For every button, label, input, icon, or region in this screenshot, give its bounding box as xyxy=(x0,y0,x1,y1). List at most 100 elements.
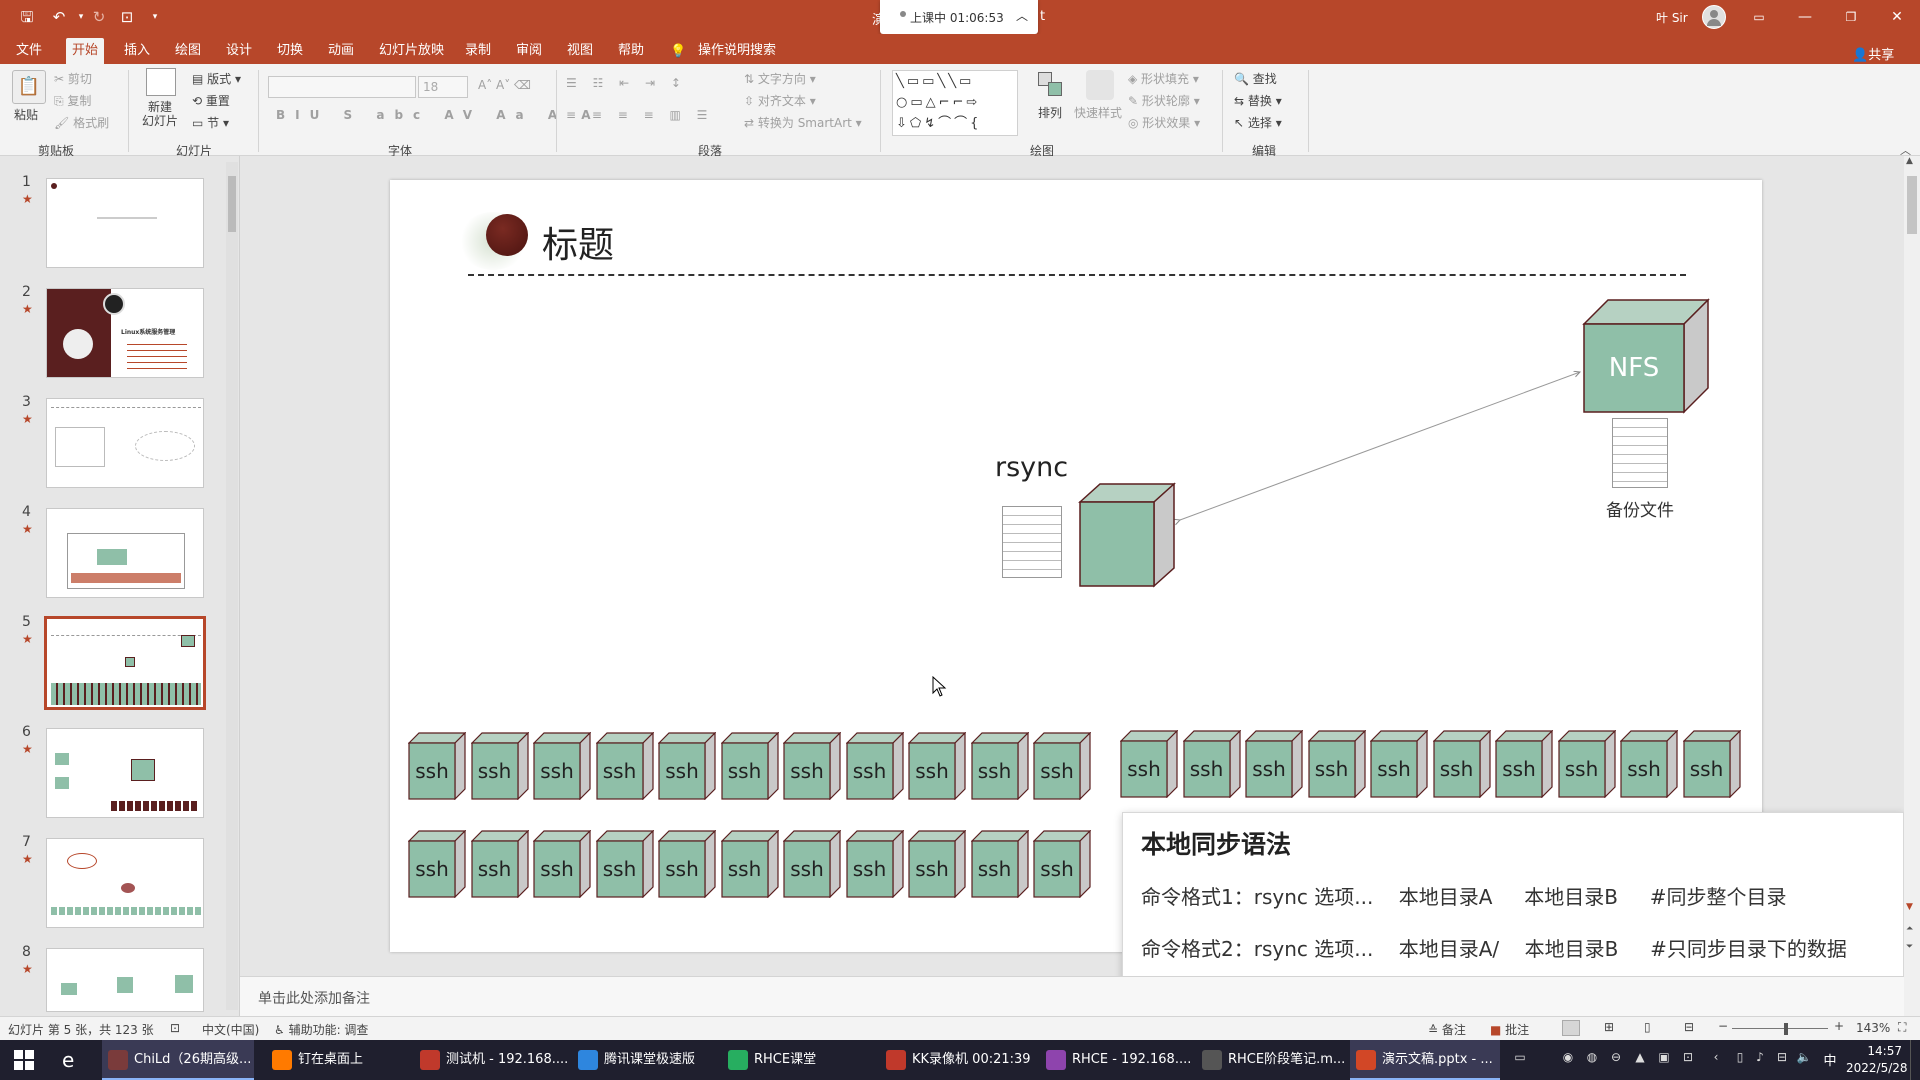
taskbar-item[interactable]: RHCE - 192.168.... xyxy=(1040,1040,1191,1080)
tray-app-icon[interactable]: ◉ xyxy=(1560,1050,1576,1068)
tab-design[interactable]: 设计 xyxy=(220,38,258,64)
tray-app-icon[interactable]: ⊖ xyxy=(1608,1050,1624,1068)
ssh-server-cube[interactable]: ssh xyxy=(532,829,592,902)
reset-button[interactable]: ⟲ 重置 xyxy=(192,92,230,109)
slide-scrollbar[interactable]: ▲ ▼ ⏶ ⏷ xyxy=(1904,156,1920,1016)
section-button[interactable]: ▭ 节 ▾ xyxy=(192,114,229,131)
undo-icon[interactable]: ↶ xyxy=(48,6,70,28)
ssh-server-cube[interactable]: ssh xyxy=(845,829,904,902)
syntax-popup[interactable]: 本地同步语法 命令格式1：rsync 选项... 本地目录A 本地目录B #同步… xyxy=(1122,812,1904,988)
tray-app-icon[interactable]: ◍ xyxy=(1584,1050,1600,1068)
show-desktop-button[interactable] xyxy=(1910,1040,1920,1080)
network-icon[interactable]: ⊟ xyxy=(1774,1050,1790,1068)
ssh-server-cube[interactable]: ssh xyxy=(595,731,654,804)
ssh-server-cube[interactable]: ssh xyxy=(1369,729,1429,802)
ssh-server-cube[interactable]: ssh xyxy=(1119,729,1179,802)
system-clock[interactable]: 14:57 2022/5/28 xyxy=(1846,1043,1908,1077)
taskbar-item[interactable]: KK录像机 00:21:39 xyxy=(880,1040,1032,1080)
ssh-server-cube[interactable]: ssh xyxy=(1432,729,1491,802)
recording-pill[interactable]: 上课中 01:06:53 ︿ xyxy=(880,0,1038,34)
ssh-server-cube[interactable]: ssh xyxy=(1494,729,1554,802)
ssh-server-cube[interactable]: ssh xyxy=(970,829,1029,902)
align-buttons[interactable]: ≡ ≡ ≡ ≡ ▥ ☰ xyxy=(566,108,713,122)
spellcheck-icon[interactable]: ⊡ xyxy=(170,1021,180,1035)
share-button[interactable]: 👤共享 xyxy=(1852,44,1894,63)
accessibility-status[interactable]: ♿ 辅助功能: 调查 xyxy=(274,1021,368,1038)
windows-start-icon[interactable] xyxy=(14,1050,34,1070)
slideshow-view-icon[interactable]: ⊟ xyxy=(1684,1020,1694,1034)
notification-chat-icon[interactable]: ▭ xyxy=(1512,1050,1528,1068)
ssh-server-cube[interactable]: ssh xyxy=(1682,729,1741,802)
shape-fill-button[interactable]: ◈ 形状填充 ▾ xyxy=(1128,70,1199,87)
new-slide-icon[interactable] xyxy=(146,68,176,96)
ssh-server-cube[interactable]: ssh xyxy=(907,731,967,804)
tray-app-icon[interactable]: ⊡ xyxy=(1680,1050,1696,1068)
close-button[interactable]: ✕ xyxy=(1874,0,1920,34)
ssh-server-cube[interactable]: ssh xyxy=(720,731,779,804)
volume-icon[interactable]: 🔈 xyxy=(1796,1050,1812,1068)
zoom-out-icon[interactable]: − xyxy=(1718,1019,1728,1033)
ssh-server-cube[interactable]: ssh xyxy=(1307,729,1366,802)
shapes-gallery[interactable]: ╲▭▭╲╲▭ ○▭△⌐⌐⇨ ⇩⬠↯⌒⌒{ xyxy=(892,70,1018,136)
tab-insert[interactable]: 插入 xyxy=(118,38,156,64)
ssh-server-cube[interactable]: ssh xyxy=(1182,729,1241,802)
tab-slideshow[interactable]: 幻灯片放映 xyxy=(373,38,450,64)
text-direction-button[interactable]: ⇅ 文字方向 ▾ xyxy=(744,70,816,87)
ssh-server-cube[interactable]: ssh xyxy=(532,731,592,804)
replace-button[interactable]: ⇆ 替换 ▾ xyxy=(1234,92,1282,109)
notes-placeholder[interactable]: 单击此处添加备注 xyxy=(258,988,370,1008)
ssh-server-cube[interactable]: ssh xyxy=(970,731,1029,804)
fit-to-window-icon[interactable]: ⛶ xyxy=(1898,1020,1906,1035)
notes-toggle[interactable]: ≙ 备注 xyxy=(1428,1021,1466,1038)
tell-me-search[interactable]: 操作说明搜索 xyxy=(692,38,782,64)
font-name-combobox[interactable] xyxy=(268,76,416,98)
ssh-server-cube[interactable]: ssh xyxy=(595,829,654,902)
slide-thumbnail-4[interactable] xyxy=(46,508,204,598)
ssh-server-cube[interactable]: ssh xyxy=(1244,729,1304,802)
restore-button[interactable]: ❐ xyxy=(1828,0,1874,34)
ribbon-display-options-icon[interactable]: ▭ xyxy=(1736,0,1782,34)
ssh-server-cube[interactable]: ssh xyxy=(470,731,529,804)
font-size-combobox[interactable]: 18 xyxy=(418,76,468,98)
ssh-server-cube[interactable]: ssh xyxy=(657,829,717,902)
tab-draw[interactable]: 绘图 xyxy=(169,38,207,64)
ssh-server-cube[interactable]: ssh xyxy=(907,829,967,902)
zoom-level[interactable]: 143% xyxy=(1856,1021,1890,1035)
tray-app-icon[interactable]: ▣ xyxy=(1656,1050,1672,1068)
cut-button[interactable]: ✂ 剪切 xyxy=(54,70,92,87)
zoom-slider[interactable] xyxy=(1732,1028,1828,1029)
taskbar-item[interactable]: 钉在桌面上 xyxy=(266,1040,406,1080)
ssh-server-cube[interactable]: ssh xyxy=(1557,729,1616,802)
list-buttons[interactable]: ☰ ☷ ⇤ ⇥ ↕ xyxy=(566,76,687,90)
tab-file[interactable]: 文件 xyxy=(10,38,48,64)
taskbar-item[interactable]: 腾讯课堂极速版 xyxy=(572,1040,720,1080)
save-icon[interactable]: 🖫 xyxy=(16,6,38,28)
find-button[interactable]: 🔍 查找 xyxy=(1234,70,1277,87)
copy-button[interactable]: ⎘ 复制 xyxy=(54,92,91,109)
ssh-server-cube[interactable]: ssh xyxy=(1619,729,1679,802)
align-text-button[interactable]: ⇳ 对齐文本 ▾ xyxy=(744,92,816,109)
browser-icon[interactable]: e xyxy=(62,1048,74,1072)
slide-thumbnail-3[interactable] xyxy=(46,398,204,488)
increase-font-icon[interactable]: A˄ A˅ ⌫ xyxy=(478,78,531,92)
format-painter-button[interactable]: 🖌 格式刷 xyxy=(54,114,109,131)
hidden-icons-chevron-icon[interactable]: ‹ xyxy=(1708,1050,1724,1068)
ime-indicator[interactable]: 中 xyxy=(1822,1050,1838,1069)
language-indicator[interactable]: 中文(中国) xyxy=(202,1021,259,1038)
ssh-server-cube[interactable]: ssh xyxy=(1032,731,1092,804)
quick-styles-icon[interactable] xyxy=(1086,70,1114,100)
reading-view-icon[interactable]: ▯ xyxy=(1644,1020,1651,1034)
paste-icon[interactable]: 📋 xyxy=(12,70,46,104)
arrange-icon[interactable] xyxy=(1038,72,1064,98)
ssh-server-cube[interactable]: ssh xyxy=(657,731,717,804)
tab-animations[interactable]: 动画 xyxy=(322,38,360,64)
taskbar-item[interactable]: 测试机 - 192.168.... xyxy=(414,1040,568,1080)
tab-view[interactable]: 视图 xyxy=(561,38,599,64)
scroll-thumb[interactable] xyxy=(1907,176,1917,234)
next-slide-icon[interactable]: ⏷ xyxy=(1906,942,1913,952)
scroll-up-icon[interactable]: ▲ xyxy=(1906,156,1913,166)
ssh-server-cube[interactable]: ssh xyxy=(407,731,467,804)
smartart-button[interactable]: ⇄ 转换为 SmartArt ▾ xyxy=(744,114,862,131)
paste-button[interactable]: 粘贴 xyxy=(14,106,38,123)
slide-thumbnail-6[interactable] xyxy=(46,728,204,818)
